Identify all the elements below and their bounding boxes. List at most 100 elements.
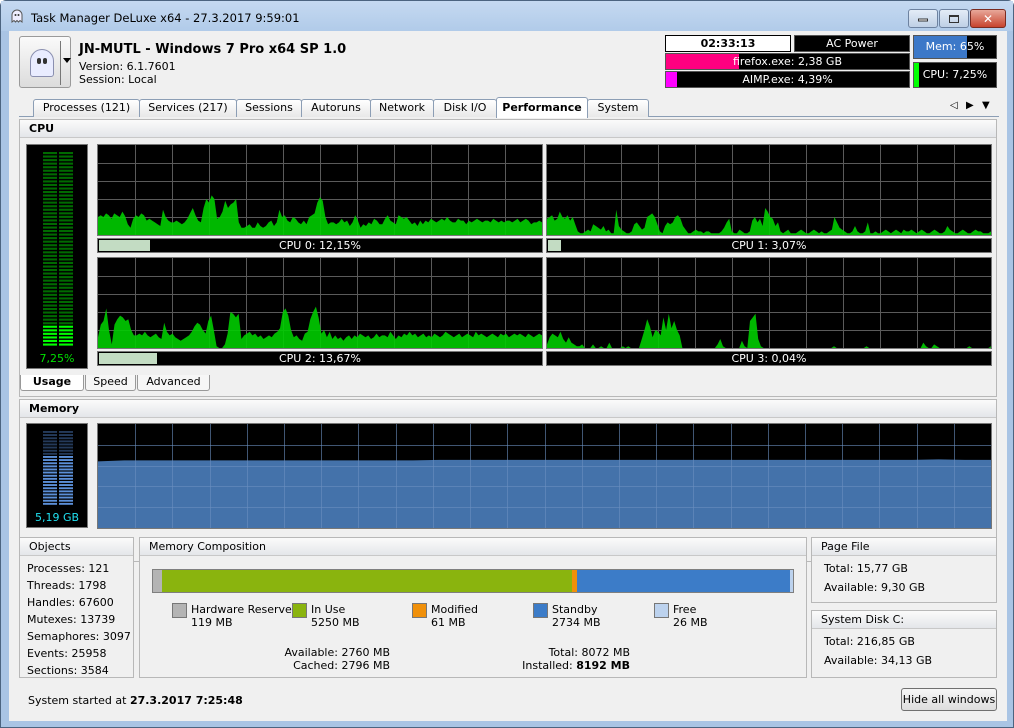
total-memory: Total: 8072 MB	[548, 646, 630, 659]
cpu-meter-segment	[59, 180, 73, 183]
cpu-meter-segment	[43, 318, 57, 321]
cpu2-usage-fill	[99, 353, 157, 364]
tab-autoruns[interactable]: Autoruns	[301, 99, 371, 117]
cpu-meter-segment	[59, 300, 73, 303]
memory-meter-segment	[43, 459, 57, 461]
memory-meter-segment	[59, 471, 73, 474]
tab-scroll-right-icon[interactable]: ▶	[966, 100, 974, 111]
objects-header: Objects	[20, 538, 133, 556]
subtab-usage[interactable]: Usage	[20, 375, 84, 391]
tab-processes[interactable]: Processes (121)	[33, 99, 140, 117]
cpu-meter-segment	[59, 265, 73, 268]
top-memory-fill	[666, 54, 739, 69]
tab-list-menu-icon[interactable]: ▼	[982, 100, 990, 111]
tab-performance[interactable]: Performance	[496, 97, 588, 118]
maximize-button[interactable]	[939, 9, 969, 28]
cpu-meter-segment	[43, 222, 57, 225]
cpu-meter-segment	[59, 176, 73, 179]
cpu-meter-segment	[43, 173, 57, 176]
memory-meter-segment	[43, 443, 57, 446]
cpu-meter-segment	[59, 187, 73, 190]
memory-meter-segment	[43, 446, 57, 449]
memory-indicator-text: Mem: 65%	[925, 40, 985, 53]
cpu2-usage-bar: CPU 2: 13,67%	[97, 351, 543, 366]
cpu-meter-segment	[43, 219, 57, 222]
cpu-meter-segment	[43, 183, 57, 186]
cpu-meter-segment	[59, 152, 73, 155]
objects-mutexes: Mutexes: 13739	[27, 613, 116, 626]
page-file-total: Total: 15,77 GB	[824, 562, 908, 575]
legend-label-standby: Standby	[552, 603, 598, 616]
dropdown-arrow-icon[interactable]	[63, 58, 71, 63]
cpu-meter-segment	[43, 166, 57, 169]
subtab-advanced[interactable]: Advanced	[137, 375, 210, 391]
page-file-group: Page File Total: 15,77 GB Available: 9,3…	[811, 537, 997, 603]
cpu-meter-segment	[43, 162, 57, 165]
cpu-meter-segment	[59, 173, 73, 176]
cpu-meter-segment	[43, 180, 57, 183]
memory-meter-segment	[59, 499, 73, 502]
ghost-app-icon	[11, 9, 23, 23]
uptime-text: 02:33:13	[700, 37, 756, 50]
tab-services[interactable]: Services (217)	[139, 99, 237, 117]
cpu-meter-segment	[59, 339, 73, 342]
title-bar[interactable]: Task Manager DeLuxe x64 - 27.3.2017 9:59…	[1, 1, 1013, 31]
cpu-meter-segment	[59, 222, 73, 225]
cpu-meter-segment	[43, 208, 57, 211]
memory-meter-segment	[59, 443, 73, 446]
cpu-meter-segment	[59, 297, 73, 300]
cpu-meter-segment	[43, 230, 57, 233]
cpu-meter-segment	[59, 315, 73, 318]
tab-network[interactable]: Network	[370, 99, 434, 117]
memory-usage-area	[98, 459, 991, 528]
cpu-meter-segment	[59, 194, 73, 197]
cpu1-graph	[546, 144, 992, 236]
cpu-meter-segment	[43, 169, 57, 172]
cpu-meter-segment	[59, 304, 73, 307]
cpu-meter-segment	[59, 226, 73, 229]
memory-meter-segment	[59, 452, 73, 455]
cpu-group-header: CPU	[20, 120, 996, 138]
legend-swatch-hardware-reserved	[172, 603, 187, 618]
cpu0-graph	[97, 144, 543, 236]
objects-threads: Threads: 1798	[27, 579, 107, 592]
cpu1-usage-fill	[548, 240, 561, 251]
hide-all-windows-button[interactable]: Hide all windows	[901, 688, 997, 711]
cpu3-usage-bar: CPU 3: 0,04%	[546, 351, 992, 366]
memory-meter-segment	[43, 496, 57, 499]
cpu-meter-segment	[59, 169, 73, 172]
cpu-meter-segment	[43, 286, 57, 289]
client-area: JN-MUTL - Windows 7 Pro x64 SP 1.0 Versi…	[9, 31, 1007, 721]
tab-sessions[interactable]: Sessions	[236, 99, 302, 117]
objects-group: Objects Processes: 121 Threads: 1798 Han…	[19, 537, 134, 678]
composition-segment-free	[790, 570, 794, 592]
cpu0-graph-svg	[98, 145, 542, 235]
cpu-meter-segment	[43, 325, 57, 328]
cpu-meter-segment	[59, 318, 73, 321]
cpu-meter-segment	[59, 290, 73, 293]
close-button[interactable]: ✕	[970, 9, 1006, 28]
memory-meter-segment	[59, 462, 73, 465]
cpu-meter-segment	[59, 212, 73, 215]
cpu-meter-segment	[43, 343, 57, 346]
tab-disk-io[interactable]: Disk I/O	[433, 99, 497, 117]
memory-meter-segment	[43, 499, 57, 502]
cpu-meter-segment	[43, 251, 57, 254]
minimize-button[interactable]	[908, 9, 938, 28]
main-tabs: Processes (121) Services (217) Sessions …	[19, 97, 999, 118]
version-label: Version: 6.1.7601	[79, 60, 176, 73]
cached-memory: Cached: 2796 MB	[293, 659, 390, 672]
tab-scroll-left-icon[interactable]: ◁	[950, 100, 958, 111]
tab-system[interactable]: System	[587, 99, 649, 117]
legend-swatch-in-use	[292, 603, 307, 618]
objects-semaphores: Semaphores: 3097	[27, 630, 131, 643]
maximize-icon	[949, 14, 959, 23]
cpu-meter-segment	[43, 304, 57, 307]
subtab-speed[interactable]: Speed	[85, 375, 136, 391]
memory-meter-segment	[59, 493, 73, 496]
memory-meter-segment	[59, 502, 73, 505]
page-file-header: Page File	[812, 538, 996, 556]
app-menu-button[interactable]	[19, 36, 71, 88]
cpu-meter-segment	[59, 237, 73, 240]
memory-composition-group: Memory Composition Hardware Reserved 119 …	[139, 537, 807, 678]
